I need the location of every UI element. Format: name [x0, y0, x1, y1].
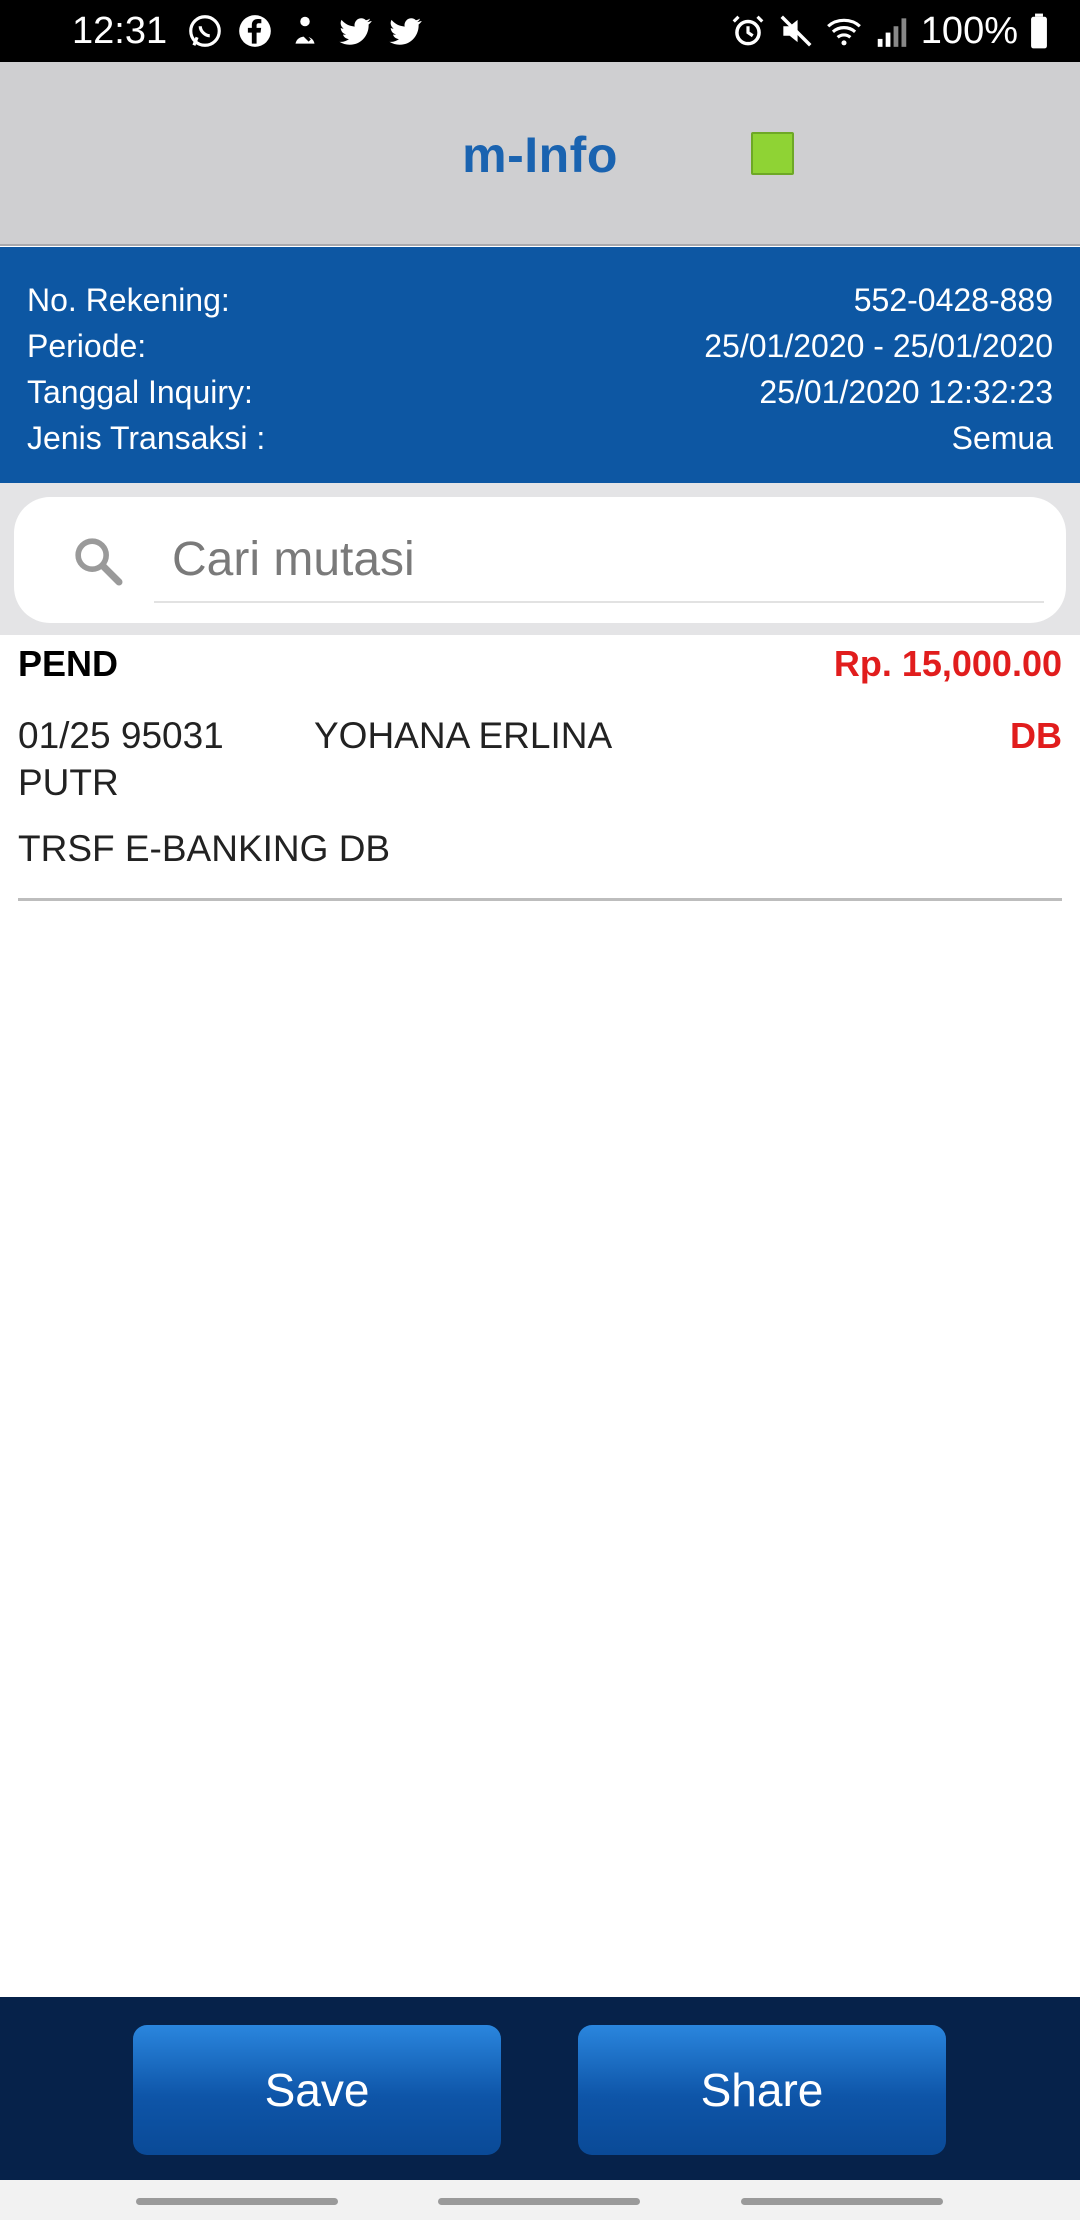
system-nav-bar	[0, 2180, 1080, 2220]
transaction-description: TRSF E-BANKING DB	[18, 828, 391, 869]
search-bar-container	[0, 483, 1080, 635]
transaction-amount: Rp. 15,000.00	[833, 643, 1062, 684]
transaction-type-row: Jenis Transaksi : Semua	[27, 415, 1053, 461]
battery-icon	[1031, 13, 1047, 49]
connection-status-indicator	[751, 132, 794, 175]
info-value: 25/01/2020 - 25/01/2020	[704, 328, 1053, 364]
transaction-name-continued: PUTR	[18, 762, 119, 803]
info-label: Periode:	[27, 328, 147, 364]
app-header: m-Info	[0, 62, 1080, 246]
period-row: Periode: 25/01/2020 - 25/01/2020	[27, 323, 1053, 369]
search-input[interactable]	[154, 519, 1044, 599]
info-value: Semua	[951, 420, 1053, 456]
account-number-row: No. Rekening: 552-0428-889	[27, 277, 1053, 323]
wifi-icon	[826, 18, 861, 46]
whatsapp-icon	[189, 15, 221, 47]
home-handle[interactable]	[438, 2198, 640, 2205]
list-item[interactable]: PEND Rp. 15,000.00 01/25 95031 YOHANA ER…	[0, 635, 1080, 901]
recent-apps-handle[interactable]	[136, 2198, 338, 2205]
status-bar: 12:31 100%	[0, 0, 1080, 62]
inquiry-date-row: Tanggal Inquiry: 25/01/2020 12:32:23	[27, 369, 1053, 415]
notification-icon	[295, 16, 315, 44]
transaction-name: YOHANA ERLINA	[314, 715, 613, 756]
share-button[interactable]: Share	[578, 2025, 946, 2155]
back-handle[interactable]	[741, 2198, 943, 2205]
transaction-status: PEND	[18, 643, 119, 684]
battery-percent: 100%	[920, 10, 1018, 52]
page-title: m-Info	[462, 127, 618, 183]
system-icons: 100%	[729, 8, 1050, 54]
account-info-panel: No. Rekening: 552-0428-889 Periode: 25/0…	[0, 247, 1080, 483]
twitter-icon	[389, 18, 422, 45]
info-label: Jenis Transaksi :	[27, 420, 266, 456]
status-time: 12:31	[72, 10, 168, 52]
search-underline	[154, 601, 1044, 603]
search-icon	[75, 538, 123, 586]
signal-icon	[877, 18, 907, 47]
alarm-icon	[732, 15, 764, 46]
twitter-icon	[339, 18, 372, 45]
transaction-list: PEND Rp. 15,000.00 01/25 95031 YOHANA ER…	[0, 635, 1080, 901]
info-label: Tanggal Inquiry:	[27, 374, 253, 410]
save-button[interactable]: Save	[133, 2025, 501, 2155]
info-value: 552-0428-889	[853, 282, 1053, 318]
action-bar: Save Share	[0, 1997, 1080, 2180]
info-label: No. Rekening:	[27, 282, 230, 318]
transaction-date-ref: 01/25 95031	[18, 715, 224, 756]
transaction-type: DB	[1010, 715, 1062, 756]
mute-icon	[780, 15, 812, 47]
facebook-icon	[239, 15, 271, 47]
search-box[interactable]	[14, 497, 1066, 623]
divider	[18, 898, 1062, 901]
notification-icons	[186, 12, 424, 50]
info-value: 25/01/2020 12:32:23	[759, 374, 1053, 410]
